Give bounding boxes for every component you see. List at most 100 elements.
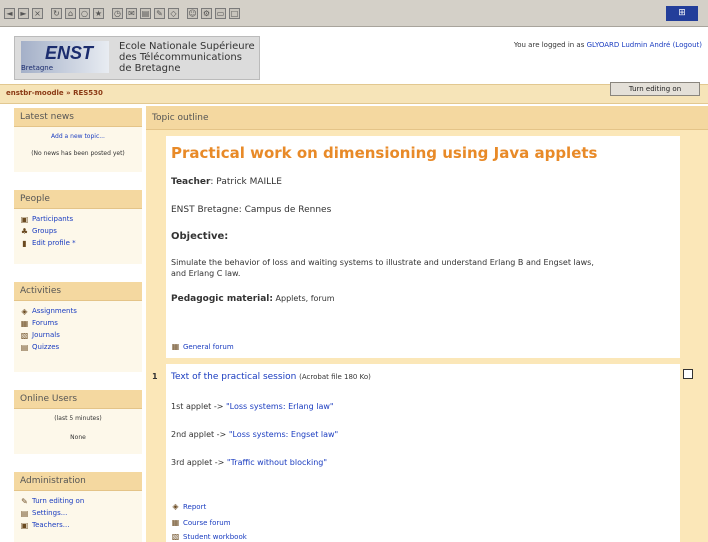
applet-row-1: 1st applet -> "Loss systems: Erlang law" [171, 402, 334, 411]
sidebar-item-groups[interactable]: ♣ Groups [20, 225, 136, 237]
online-none: None [70, 434, 86, 441]
objective-text-line-2: and Erlang C law. [171, 269, 241, 278]
material-label: Pedagogic material: [171, 294, 273, 304]
teachers-icon: ▣ [20, 520, 29, 530]
windows-logo-icon: ⊞ [666, 6, 698, 21]
session-line: Text of the practical session (Acrobat f… [171, 372, 371, 382]
people-title: People [14, 190, 142, 209]
campus-text: ENST Bretagne: Campus de Rennes [171, 205, 332, 215]
window-icon[interactable]: □ [229, 7, 240, 19]
sidebar-item-assignments[interactable]: ◈ Assignments [20, 305, 136, 317]
breadcrumb-course: RES530 [73, 89, 103, 97]
sidebar-item-forums[interactable]: ▦ Forums [20, 317, 136, 329]
mail-icon[interactable]: ✉ [126, 7, 137, 19]
history-icon[interactable]: ◷ [112, 7, 123, 19]
resource-label[interactable]: Report [183, 503, 206, 511]
material-line: Pedagogic material: Applets, forum [171, 294, 335, 304]
logo-subtext: Bretagne [21, 64, 54, 72]
administration-title: Administration [14, 472, 142, 491]
folder-icon[interactable]: ▭ [215, 7, 226, 19]
session-note: (Acrobat file 180 Ko) [299, 373, 371, 381]
browser-toolbar: ◄ ► × ↻ ⌂ ○ ★ ◷ ✉ ▤ ✎ ◇ ☺ ⚙ ▭ □ ⊞ [0, 0, 708, 27]
logout-link[interactable]: (Logout) [673, 41, 702, 49]
sidebar-item-participants[interactable]: ▣ Participants [20, 213, 136, 225]
people-block: People ▣ Participants ♣ Groups ▮ Edit pr… [14, 190, 142, 264]
objective-label: Objective: [171, 231, 229, 242]
applet-link-engset[interactable]: "Loss systems: Engset law" [229, 430, 338, 439]
material-text: Applets, forum [272, 294, 335, 303]
resource-student-workbook[interactable]: ▧ Student workbook [171, 532, 247, 542]
objective-text-line-1: Simulate the behavior of loss and waitin… [171, 258, 594, 267]
applet-link-erlang[interactable]: "Loss systems: Erlang law" [226, 402, 334, 411]
session-link[interactable]: Text of the practical session [171, 372, 296, 382]
sidebar-item-label: Quizzes [32, 343, 60, 351]
sidebar-item-label: Turn editing on [32, 497, 85, 505]
users-icon: ▣ [20, 214, 29, 224]
favorites-icon[interactable]: ★ [93, 7, 104, 19]
administration-block: Administration ✎ Turn editing on ▤ Setti… [14, 472, 142, 542]
sidebar-item-label: Teachers... [32, 521, 70, 529]
sidebar-item-quizzes[interactable]: ▤ Quizzes [20, 341, 136, 353]
forward-icon[interactable]: ► [18, 7, 29, 19]
applet-row-3: 3rd applet -> "Traffic without blocking" [171, 458, 327, 467]
edit-icon: ✎ [21, 496, 28, 506]
general-forum-link[interactable]: General forum [183, 343, 234, 351]
teacher-label: Teacher [171, 177, 211, 187]
user-link[interactable]: GLYOARD Ludmin André [587, 41, 671, 49]
teacher-line: Teacher: Patrick MAILLE [171, 177, 282, 187]
latest-news-block: Latest news Add a new topic... (No news … [14, 108, 142, 172]
navigation-bar: enstbr-moodle » RES530 [0, 84, 708, 104]
sidebar-item-label: Participants [32, 215, 74, 223]
turn-editing-on-button[interactable]: Turn editing on [610, 82, 700, 96]
section-0 [166, 136, 680, 358]
discuss-icon[interactable]: ◇ [168, 7, 179, 19]
highlight-section-icon[interactable] [683, 369, 693, 379]
breadcrumb-home[interactable]: enstbr-moodle [6, 89, 64, 97]
forum-icon: ▦ [20, 318, 29, 328]
sidebar-item-edit-profile[interactable]: ▮ Edit profile * [20, 237, 136, 249]
login-info: You are logged in as GLYOARD Ludmin Andr… [514, 41, 702, 49]
login-prefix: You are logged in as [513, 41, 585, 49]
applet-prefix: 1st applet -> [171, 402, 224, 411]
print-icon[interactable]: ▤ [140, 7, 151, 19]
add-topic-link[interactable]: Add a new topic... [20, 133, 136, 140]
sidebar-item-turn-editing-on[interactable]: ✎ Turn editing on [20, 495, 136, 507]
sidebar-item-teachers[interactable]: ▣ Teachers... [20, 519, 136, 531]
sidebar-item-label: Settings... [32, 509, 68, 517]
refresh-icon[interactable]: ↻ [51, 7, 62, 19]
school-line-2: des Télécommunications [119, 52, 242, 63]
topic-outline-title: Topic outline [146, 106, 708, 130]
activities-block: Activities ◈ Assignments ▦ Forums ▧ Jour… [14, 282, 142, 372]
edit-icon[interactable]: ✎ [154, 7, 165, 19]
no-news-text: (No news has been posted yet) [31, 150, 125, 157]
back-icon[interactable]: ◄ [4, 7, 15, 19]
teacher-name: : Patrick MAILLE [210, 177, 282, 187]
search-icon[interactable]: ○ [79, 7, 90, 19]
sidebar-item-label: Journals [32, 331, 60, 339]
resource-course-forum[interactable]: ▦ Course forum [171, 518, 231, 528]
section-1 [166, 364, 680, 542]
home-icon[interactable]: ⌂ [65, 7, 76, 19]
online-users-block: Online Users (last 5 minutes) None [14, 390, 142, 454]
tool-icon[interactable]: ⚙ [201, 7, 212, 19]
messenger-icon[interactable]: ☺ [187, 7, 198, 19]
breadcrumb-separator: » [66, 89, 71, 97]
resource-label[interactable]: Student workbook [183, 533, 247, 541]
latest-news-title: Latest news [14, 108, 142, 127]
breadcrumb: enstbr-moodle » RES530 [6, 89, 103, 97]
general-forum-item[interactable]: ▦ General forum [171, 342, 234, 352]
sidebar-item-label: Groups [32, 227, 57, 235]
resource-label[interactable]: Course forum [183, 519, 231, 527]
sidebar-item-journals[interactable]: ▧ Journals [20, 329, 136, 341]
school-name: Ecole Nationale Supérieure des Télécommu… [119, 41, 255, 74]
sidebar-item-settings[interactable]: ▤ Settings... [20, 507, 136, 519]
profile-icon: ▮ [22, 238, 27, 248]
applet-link-traffic[interactable]: "Traffic without blocking" [227, 458, 327, 467]
stop-icon[interactable]: × [32, 7, 43, 19]
school-line-1: Ecole Nationale Supérieure [119, 41, 255, 52]
sidebar-item-label: Forums [32, 319, 58, 327]
site-logo[interactable]: ENST Bretagne Ecole Nationale Supérieure… [14, 36, 260, 80]
resource-report[interactable]: ◈ Report [171, 502, 206, 512]
forum-icon: ▦ [171, 518, 180, 527]
report-icon: ◈ [172, 502, 179, 511]
